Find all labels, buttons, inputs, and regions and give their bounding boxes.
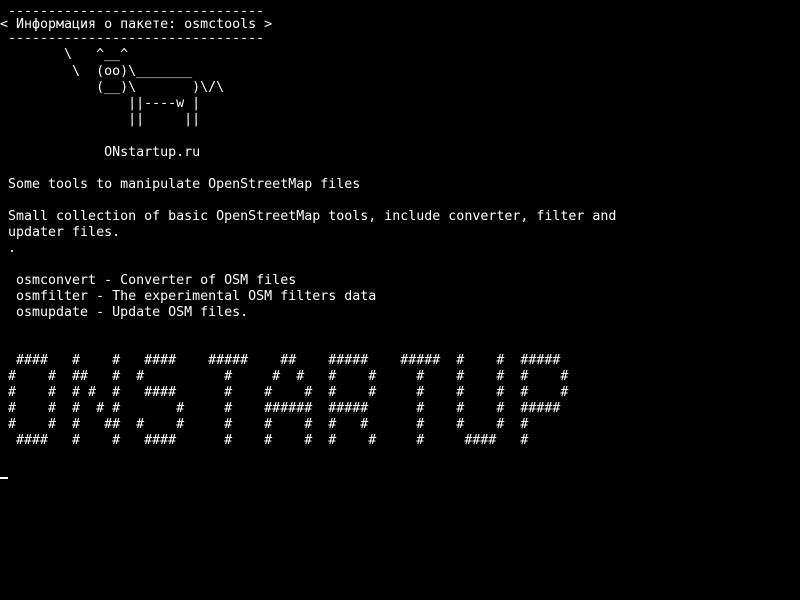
banner-bottom-border: -------------------------------- — [0, 31, 265, 46]
cow-art-line-4: ||----w | — [0, 96, 201, 111]
onstartup-banner-row-6: #### # # #### # # # # # # #### # — [0, 433, 529, 448]
onstartup-banner-row-3: # # # # # #### # # # # # # # # # # — [0, 385, 569, 400]
description-dot: . — [0, 241, 17, 256]
package-summary: Some tools to manipulate OpenStreetMap f… — [0, 177, 361, 192]
tool-osmfilter: osmfilter - The experimental OSM filters… — [0, 289, 377, 304]
cow-art-line-2: \ (oo)\_______ — [0, 64, 193, 79]
description-line-1: Small collection of basic OpenStreetMap … — [0, 209, 617, 224]
description-line-2: updater files. — [0, 225, 121, 240]
cow-art-line-3: (__)\ )\/\ — [0, 80, 225, 95]
cow-art-line-5: || || — [0, 112, 201, 127]
tool-osmupdate: osmupdate - Update OSM files. — [0, 305, 249, 320]
site-name: ONstartup.ru — [0, 145, 201, 160]
terminal-screen[interactable]: -------------------------------- < Инфор… — [0, 0, 800, 600]
onstartup-banner-row-1: #### # # #### ##### ## ##### ##### # # #… — [0, 353, 561, 368]
onstartup-banner-row-4: # # # # # # # ###### ##### # # # ##### — [0, 401, 561, 416]
onstartup-banner-row-2: # # ## # # # # # # # # # # # # — [0, 369, 569, 384]
tool-osmconvert: osmconvert - Converter of OSM files — [0, 273, 297, 288]
text-cursor — [0, 477, 8, 479]
onstartup-banner-row-5: # # # ## # # # # # # # # # # # — [0, 417, 529, 432]
cow-art-line-1: \ ^__^ — [0, 47, 129, 62]
